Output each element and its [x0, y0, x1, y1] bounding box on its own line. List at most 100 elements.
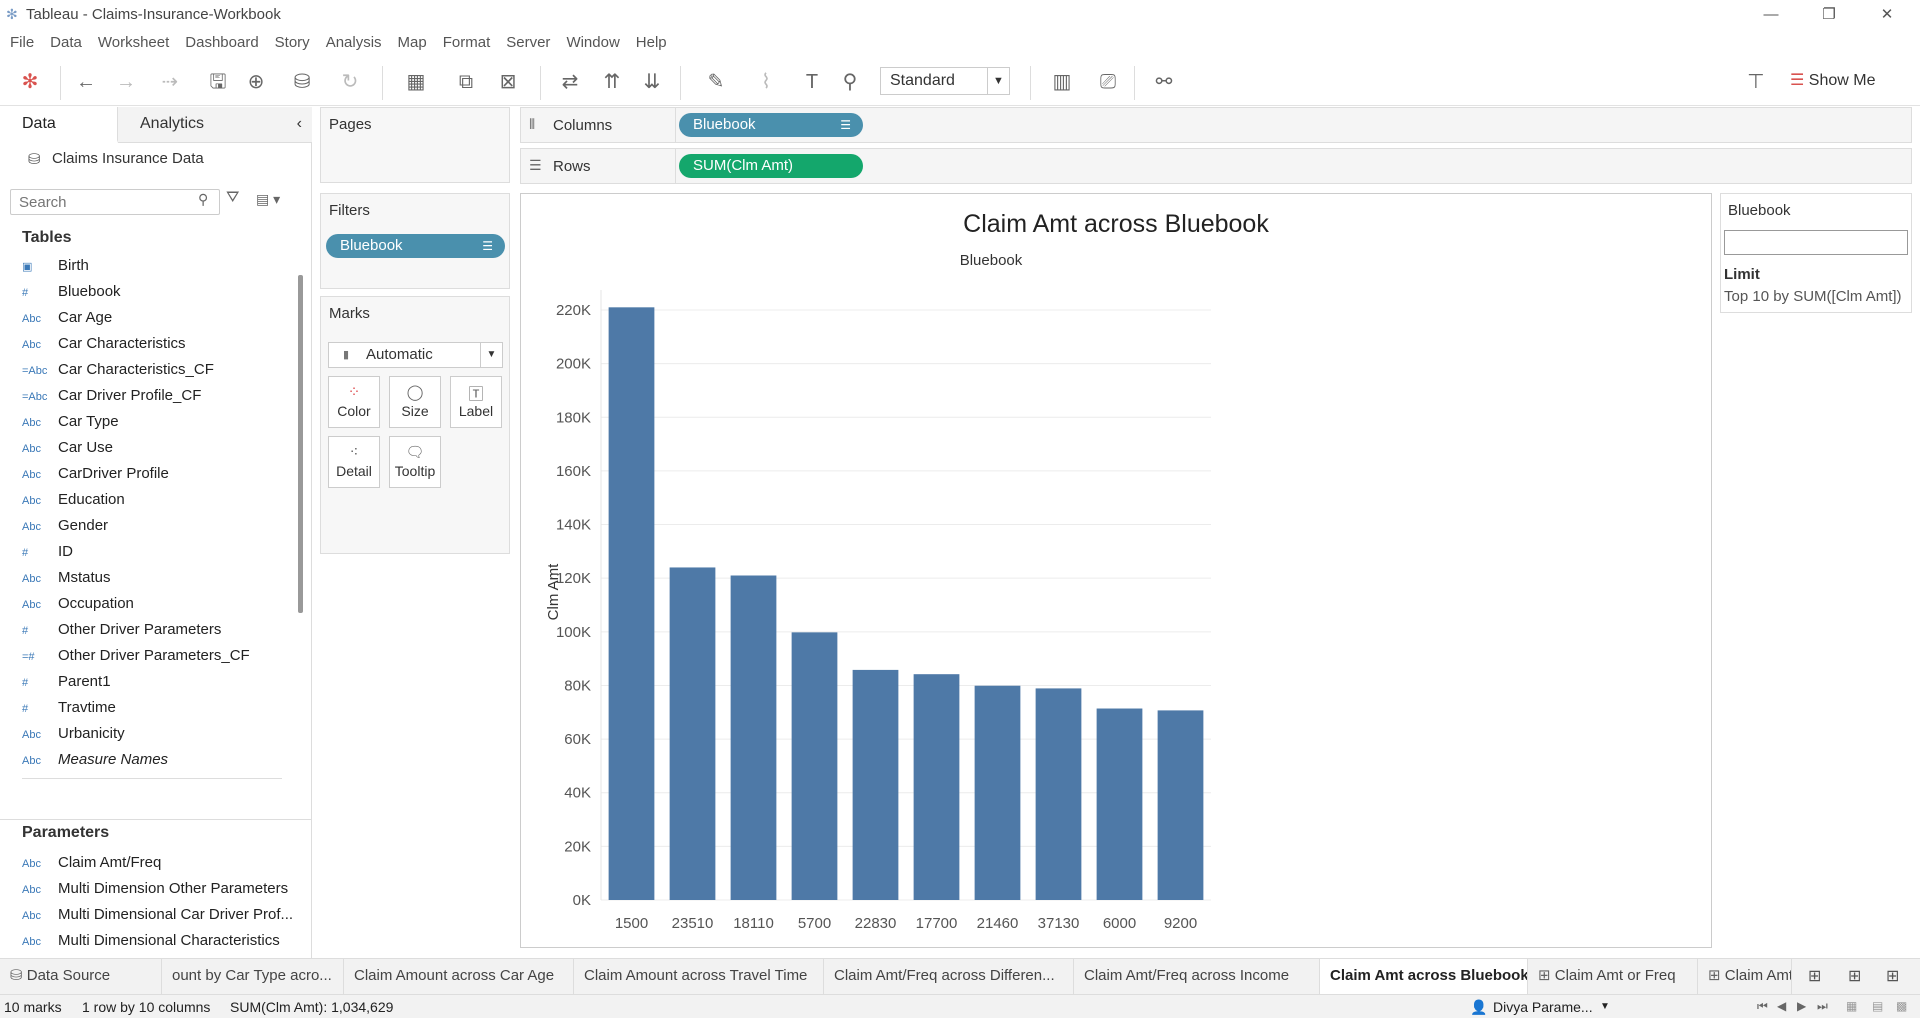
sheet-tab[interactable]: Claim Amount across Car Age [344, 959, 574, 994]
menu-analysis[interactable]: Analysis [316, 30, 382, 51]
menu-file[interactable]: File [0, 30, 34, 51]
status-user[interactable]: Divya Parame... [1493, 999, 1593, 1015]
sheet-tab[interactable]: ount by Car Type acro... [162, 959, 344, 994]
field-item[interactable]: Abc CarDriver Profile [22, 461, 302, 487]
grid-view-icon[interactable]: ▩ [1896, 999, 1907, 1013]
field-item[interactable]: =Abc Car Characteristics_CF [22, 357, 302, 383]
search-icon[interactable]: ⚲ [198, 191, 208, 208]
tableau-home-icon[interactable]: ✻ [16, 70, 44, 94]
nav-first-icon[interactable]: ⏮ [1757, 999, 1768, 1014]
field-item[interactable]: =Abc Car Driver Profile_CF [22, 383, 302, 409]
format-painter-icon[interactable]: ⊤ [1742, 70, 1770, 94]
chevron-down-icon[interactable]: ▼ [1600, 1001, 1610, 1012]
menu-worksheet[interactable]: Worksheet [88, 30, 169, 51]
nav-prev-icon[interactable]: ◀ [1777, 999, 1786, 1013]
field-item[interactable]: Abc Measure Names [22, 747, 302, 773]
highlight-icon[interactable]: ✎ [696, 70, 736, 94]
field-item[interactable]: Abc Car Use [22, 435, 302, 461]
menu-dashboard[interactable]: Dashboard [175, 30, 258, 51]
menu-server[interactable]: Server [496, 30, 550, 51]
worksheet-view[interactable]: Claim Amt across Bluebook Bluebook Clm A… [520, 193, 1712, 948]
field-item[interactable]: # Parent1 [22, 669, 302, 695]
bar[interactable] [852, 669, 899, 900]
restore-button[interactable]: ❐ [1806, 2, 1852, 28]
filmstrip-icon[interactable]: ▤ [1872, 999, 1883, 1013]
field-item[interactable]: Abc Occupation [22, 591, 302, 617]
tooltip-button[interactable]: 🗨 Tooltip [389, 436, 441, 488]
tab-data[interactable]: Data [0, 107, 118, 143]
new-worksheet-tab-icon[interactable]: ⊞ [1808, 966, 1821, 986]
fit-dropdown[interactable]: Standard ▼ [880, 67, 1010, 95]
bar[interactable] [1035, 688, 1082, 900]
mark-type-dropdown[interactable]: ▮ Automatic ▼ [328, 342, 503, 368]
menu-data[interactable]: Data [40, 30, 82, 51]
field-item[interactable]: Abc Mstatus [22, 565, 302, 591]
collapse-icon[interactable]: ‹ [297, 107, 302, 141]
field-item[interactable]: # ID [22, 539, 302, 565]
redo-icon[interactable]: → [112, 70, 140, 94]
menu-story[interactable]: Story [265, 30, 310, 51]
legend-input[interactable] [1724, 230, 1908, 255]
menu-window[interactable]: Window [556, 30, 619, 51]
field-item[interactable]: # Travtime [22, 695, 302, 721]
filter-pill-bluebook[interactable]: Bluebook ☰ [326, 234, 505, 258]
label-icon[interactable]: T [798, 70, 826, 94]
clear-icon[interactable]: ⊠ [488, 70, 528, 94]
close-button[interactable]: ✕ [1864, 2, 1910, 28]
parameter-item[interactable]: Abc Multi Dimensional Car Driver Prof... [22, 902, 302, 928]
menu-help[interactable]: Help [626, 30, 667, 51]
refresh-icon[interactable]: ↻ [330, 70, 370, 94]
bar[interactable] [791, 632, 838, 900]
bar[interactable] [1157, 710, 1204, 900]
field-item[interactable]: Abc Car Age [22, 305, 302, 331]
bar[interactable] [608, 307, 655, 900]
field-item[interactable]: # Other Driver Parameters [22, 617, 302, 643]
size-button[interactable]: ◯ Size [389, 376, 441, 428]
new-worksheet-icon[interactable]: ▦ [396, 70, 436, 94]
parameter-item[interactable]: Abc Multi Dimensional Characteristics [22, 928, 302, 954]
bar[interactable] [974, 685, 1021, 900]
sort-descending-icon[interactable]: ⇊ [638, 70, 666, 94]
bar[interactable] [730, 575, 777, 901]
field-list-scrollbar[interactable] [298, 275, 303, 613]
parameter-item[interactable]: Abc Multi Dimension Other Parameters [22, 876, 302, 902]
menu-format[interactable]: Format [433, 30, 491, 51]
nav-next-icon[interactable]: ▶ [1797, 999, 1806, 1013]
datasource-name[interactable]: ⛁ Claims Insurance Data [28, 150, 204, 168]
new-story-tab-icon[interactable]: ⊞ [1886, 966, 1899, 986]
field-item[interactable]: Abc Gender [22, 513, 302, 539]
search-input[interactable] [10, 189, 220, 215]
columns-shelf[interactable]: ⦀ Columns Bluebook ☰ [520, 107, 1912, 143]
bar[interactable] [669, 567, 716, 900]
color-button[interactable]: ⁘ Color [328, 376, 380, 428]
show-me-button[interactable]: ☰ Show Me [1790, 70, 1876, 90]
field-item[interactable]: Abc Car Characteristics [22, 331, 302, 357]
sheet-view-icon[interactable]: ▦ [1846, 999, 1857, 1013]
columns-pill-bluebook[interactable]: Bluebook ☰ [679, 113, 863, 137]
undo-icon[interactable]: ← [72, 70, 100, 94]
detail-button[interactable]: ⁖ Detail [328, 436, 380, 488]
field-item[interactable]: Abc Urbanicity [22, 721, 302, 747]
new-dashboard-tab-icon[interactable]: ⊞ [1848, 966, 1861, 986]
menu-map[interactable]: Map [388, 30, 427, 51]
save-icon[interactable]: 🖫 [204, 70, 232, 94]
parameter-item[interactable]: Abc Claim Amt/Freq [22, 850, 302, 876]
rows-shelf[interactable]: ☰ Rows SUM(Clm Amt) [520, 148, 1912, 184]
sheet-tab-active[interactable]: Claim Amt across Bluebook [1320, 959, 1528, 994]
minimize-button[interactable]: — [1748, 2, 1794, 28]
duplicate-icon[interactable]: ⧉ [452, 70, 480, 94]
tab-analytics[interactable]: Analytics ‹ [118, 107, 312, 143]
bar[interactable] [1096, 708, 1143, 900]
rows-pill-sum-clm-amt[interactable]: SUM(Clm Amt) [679, 154, 863, 178]
sort-ascending-icon[interactable]: ⇈ [598, 70, 626, 94]
new-datasource-icon[interactable]: ⊕ [242, 70, 270, 94]
bar[interactable] [913, 674, 960, 900]
field-item[interactable]: =# Other Driver Parameters_CF [22, 643, 302, 669]
sheet-tab[interactable]: ⊞ Claim Amt or Freq [1528, 959, 1698, 994]
filters-card[interactable]: Filters Bluebook ☰ [320, 193, 510, 289]
sheet-tab[interactable]: Claim Amount across Travel Time [574, 959, 824, 994]
filter-icon[interactable]: ⛛ [226, 189, 239, 207]
pause-updates-icon[interactable]: ⛁ [282, 70, 322, 94]
group-icon[interactable]: ⌇ [746, 70, 786, 94]
field-item[interactable]: # Bluebook [22, 279, 302, 305]
